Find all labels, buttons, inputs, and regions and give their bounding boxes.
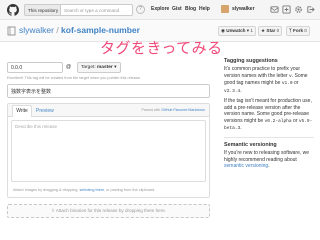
avatar[interactable] <box>221 5 229 13</box>
repo-name-link[interactable]: kof-sample-number <box>61 25 140 35</box>
overlay-caption: タグをきってみる <box>100 39 223 57</box>
release-description-textarea[interactable] <box>11 120 206 182</box>
tab-write[interactable]: Write <box>12 105 32 117</box>
semantic-versioning-title: Semantic versioning <box>224 142 277 148</box>
release-title-input[interactable] <box>7 84 210 98</box>
nav-blog[interactable]: Blog <box>185 5 196 14</box>
fork-count: 0 <box>304 28 307 33</box>
fork-button[interactable]: ᛉ Fork 0 <box>286 26 310 36</box>
target-prefix: Target: <box>81 65 96 70</box>
target-value: master <box>97 65 113 70</box>
tagging-code-3: v2.3.4 <box>224 88 241 94</box>
unwatch-count: 1 <box>250 28 253 33</box>
tag-help-text: Excellent! This tag will be created from… <box>7 76 141 80</box>
unwatch-label: Unwatch <box>226 28 246 33</box>
settings-gear-icon[interactable] <box>294 5 303 14</box>
select-images-link[interactable]: selecting them <box>80 188 104 192</box>
star-label: Star <box>266 28 276 33</box>
tagging-code-4: v0.2-alpha <box>264 118 292 124</box>
search-help-icon[interactable]: ? <box>136 5 145 14</box>
markdown-note-prefix: Parsed with <box>141 108 161 112</box>
markdown-note: Parsed with GitHub Flavored Markdown <box>141 107 205 114</box>
sign-out-icon[interactable] <box>306 5 315 14</box>
sidebar-divider <box>224 137 314 138</box>
prerelease-text: If the tag isn’t meant for production us… <box>224 98 313 131</box>
star-count: 0 <box>276 28 280 33</box>
search-scope-label: This repository <box>24 4 62 16</box>
target-at-label: @ <box>66 64 72 70</box>
attach-binaries-dropzone[interactable]: ⇧ Attach binaries for this release by dr… <box>7 204 210 218</box>
nav-help[interactable]: Help <box>199 5 210 14</box>
tag-version-input[interactable] <box>7 62 63 73</box>
attach-binaries-text: Attach binaries for this release by drop… <box>55 208 167 213</box>
semantic-versioning-text: If you’re new to releasing software, we … <box>224 150 314 170</box>
semver-end: . <box>268 163 270 169</box>
attach-images-note: Attach images by dragging & dropping, se… <box>13 187 155 193</box>
repo-book-icon <box>7 26 16 36</box>
markdown-help-link[interactable]: GitHub Flavored Markdown <box>161 108 205 112</box>
repo-owner-link[interactable]: slywalker <box>19 25 54 35</box>
notifications-icon[interactable] <box>270 5 279 14</box>
search-input[interactable] <box>60 4 133 16</box>
username-link[interactable]: slywalker <box>232 5 255 14</box>
target-branch-select[interactable]: Target: master ▾ <box>77 62 121 73</box>
tagging-text-5: or <box>292 117 298 124</box>
create-new-icon[interactable] <box>282 5 291 14</box>
nav-explore[interactable]: Explore <box>151 5 169 14</box>
attach-images-prefix: Attach images by dragging & dropping, <box>13 188 79 192</box>
tagging-suggestions-text: It’s common practice to prefix your vers… <box>224 66 308 94</box>
nav-gist[interactable]: Gist <box>172 5 182 14</box>
release-editor: Write Preview Parsed with GitHub Flavore… <box>7 103 210 198</box>
tagging-code-2: v1.0 <box>281 81 293 86</box>
github-logo-icon[interactable] <box>7 4 19 16</box>
repo-separator: / <box>53 25 62 35</box>
semver-link[interactable]: semantic versioning <box>224 163 268 169</box>
star-button[interactable]: ★ Star 0 <box>258 26 283 36</box>
attach-images-suffix: , or pasting from the clipboard. <box>103 188 156 192</box>
tagging-text-3: or <box>294 80 299 86</box>
unwatch-button[interactable]: ◉ Unwatch ▾ 1 <box>218 26 256 36</box>
tagging-suggestions-title: Tagging suggestions <box>224 58 278 64</box>
semver-text: If you’re new to releasing software, we … <box>224 150 310 163</box>
fork-label: Fork <box>293 28 304 33</box>
tab-preview[interactable]: Preview <box>36 107 54 116</box>
repo-title: slywalker / kof-sample-number <box>19 24 140 36</box>
